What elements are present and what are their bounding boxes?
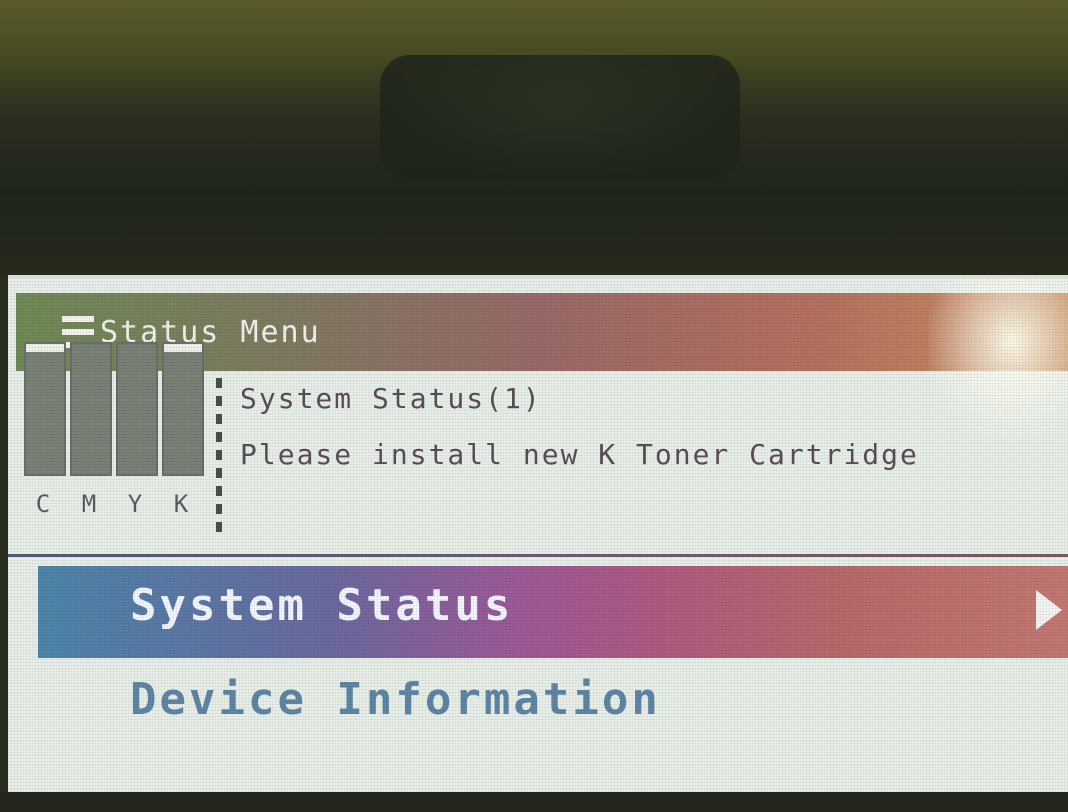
status-message: Please install new K Toner Cartridge bbox=[240, 438, 919, 471]
menu-item-label: System Status bbox=[130, 580, 514, 631]
toner-label-c: C bbox=[35, 490, 51, 518]
lcd-screen: Status Menu C M Y K System Status(1) Ple… bbox=[8, 275, 1068, 798]
status-divider bbox=[216, 378, 222, 538]
bezel-recess bbox=[380, 55, 740, 180]
toner-fill-k bbox=[164, 351, 202, 474]
printer-bezel bbox=[0, 0, 1068, 275]
toner-label-k: K bbox=[173, 490, 189, 518]
menu-item-system-status[interactable]: System Status bbox=[38, 566, 1068, 658]
toner-fill-c bbox=[26, 351, 64, 474]
toner-fill-m bbox=[72, 344, 110, 474]
toner-bar-m bbox=[70, 342, 112, 476]
toner-bar-c bbox=[24, 342, 66, 476]
arrow-right-icon bbox=[1036, 590, 1062, 630]
toner-levels: C M Y K bbox=[24, 342, 204, 518]
separator-line bbox=[8, 554, 1068, 557]
toner-bar-k bbox=[162, 342, 204, 476]
bezel-bottom bbox=[0, 792, 1068, 812]
toner-label-y: Y bbox=[127, 490, 143, 518]
toner-label-m: M bbox=[81, 490, 97, 518]
system-status-count: System Status(1) bbox=[240, 382, 542, 415]
menu-item-device-information[interactable]: Device Information bbox=[130, 674, 661, 725]
toner-fill-y bbox=[118, 344, 156, 474]
toner-bar-y bbox=[116, 342, 158, 476]
